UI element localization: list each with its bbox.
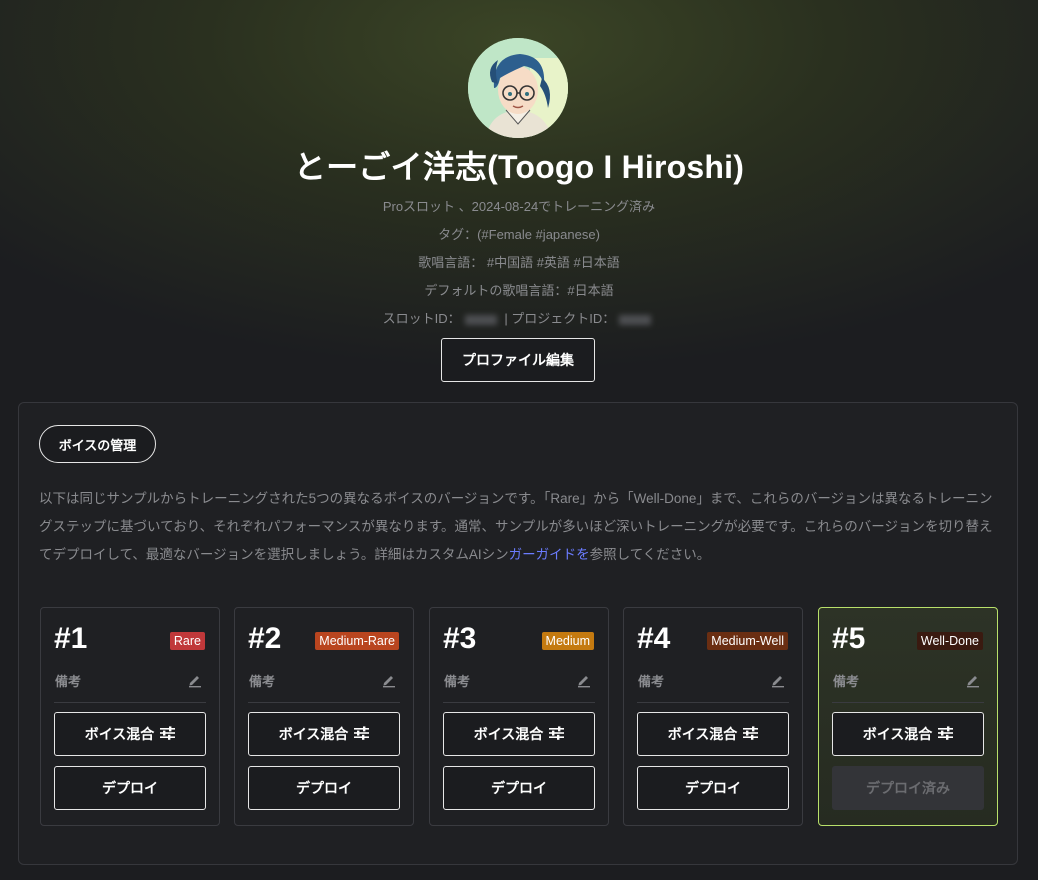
divider (443, 702, 595, 703)
voice-mix-label: ボイス混合 (667, 726, 738, 742)
voice-version-card: #4 Medium-Well 備考ボイス混合デプロイ (623, 607, 803, 826)
avatar-illustration (468, 38, 568, 138)
voice-mix-label: ボイス混合 (278, 726, 349, 742)
note-label: 備考 (55, 674, 82, 689)
edit-profile-button[interactable]: プロファイル編集 (441, 338, 595, 382)
sliders-icon (354, 725, 370, 743)
deploy-button[interactable]: デプロイ (54, 766, 206, 810)
profile-name: とーごイ洋志(Toogo I Hiroshi) (293, 149, 745, 185)
description-text-end: 参照してください。 (589, 547, 711, 562)
voice-management-panel: ボイスの管理 以下は同じサンプルからトレーニングされた5つの異なるボイスのバージ… (18, 402, 1018, 865)
guide-link[interactable]: ガーガイドを (509, 547, 590, 562)
voice-mix-button[interactable]: ボイス混合 (637, 712, 789, 756)
note-label: 備考 (638, 674, 665, 689)
deploy-button[interactable]: デプロイ (248, 766, 400, 810)
divider (832, 702, 984, 703)
default-singing-language: デフォルトの歌唱言語：#日本語 (424, 283, 614, 298)
note-label: 備考 (249, 674, 276, 689)
voice-mix-label: ボイス混合 (473, 726, 544, 742)
version-badge: Well-Done (916, 632, 983, 650)
deploy-button[interactable]: デプロイ (443, 766, 595, 810)
slot-training-info: Proスロット 、2024-08-24でトレーニング済み (382, 199, 656, 214)
edit-note-icon[interactable] (965, 672, 981, 688)
voice-mix-label: ボイス混合 (84, 726, 155, 742)
deployed-button: デプロイ済み (832, 766, 984, 810)
slot-id-redacted (464, 314, 497, 325)
divider (248, 702, 400, 703)
version-number: #3 (443, 622, 477, 655)
divider (54, 702, 206, 703)
singing-languages: 歌唱言語： #中国語 #英語 #日本語 (418, 255, 620, 270)
voice-mix-button[interactable]: ボイス混合 (54, 712, 206, 756)
voice-mix-label: ボイス混合 (862, 726, 933, 742)
project-id-label: | プロジェクトID： (504, 311, 616, 326)
tags-info: タグ：(#Female #japanese) (438, 227, 600, 242)
voice-management-description: 以下は同じサンプルからトレーニングされた5つの異なるボイスのバージョンです。「R… (39, 485, 999, 569)
ids-row: スロットID： | プロジェクトID： (0, 308, 1038, 327)
avatar (468, 38, 568, 138)
edit-note-icon[interactable] (576, 672, 592, 688)
deploy-button[interactable]: デプロイ (637, 766, 789, 810)
edit-note-icon[interactable] (770, 672, 786, 688)
sliders-icon (549, 725, 565, 743)
edit-note-icon[interactable] (381, 672, 397, 688)
project-id-redacted (619, 314, 652, 325)
version-number: #2 (248, 622, 282, 655)
slot-id-label: スロットID： (382, 311, 461, 326)
voice-version-card: #3 Medium 備考ボイス混合デプロイ (429, 607, 609, 826)
sliders-icon (160, 725, 176, 743)
divider (637, 702, 789, 703)
sliders-icon (938, 725, 954, 743)
voice-mix-button[interactable]: ボイス混合 (443, 712, 595, 756)
version-number: #1 (54, 622, 88, 655)
voice-mix-button[interactable]: ボイス混合 (832, 712, 984, 756)
version-badge: Medium (541, 632, 594, 650)
note-label: 備考 (444, 674, 471, 689)
version-badge: Medium-Rare (315, 632, 399, 650)
version-badge: Rare (169, 632, 205, 650)
version-number: #4 (637, 622, 671, 655)
note-label: 備考 (833, 674, 860, 689)
edit-note-icon[interactable] (187, 672, 203, 688)
voice-management-tab[interactable]: ボイスの管理 (39, 425, 156, 463)
voice-version-card: #1 Rare 備考ボイス混合デプロイ (40, 607, 220, 826)
version-number: #5 (832, 622, 866, 655)
voice-version-card: #2 Medium-Rare 備考ボイス混合デプロイ (234, 607, 414, 826)
voice-mix-button[interactable]: ボイス混合 (248, 712, 400, 756)
sliders-icon (743, 725, 759, 743)
version-badge: Medium-Well (707, 632, 788, 650)
voice-version-card: #5 Well-Done 備考ボイス混合デプロイ済み (818, 607, 998, 826)
